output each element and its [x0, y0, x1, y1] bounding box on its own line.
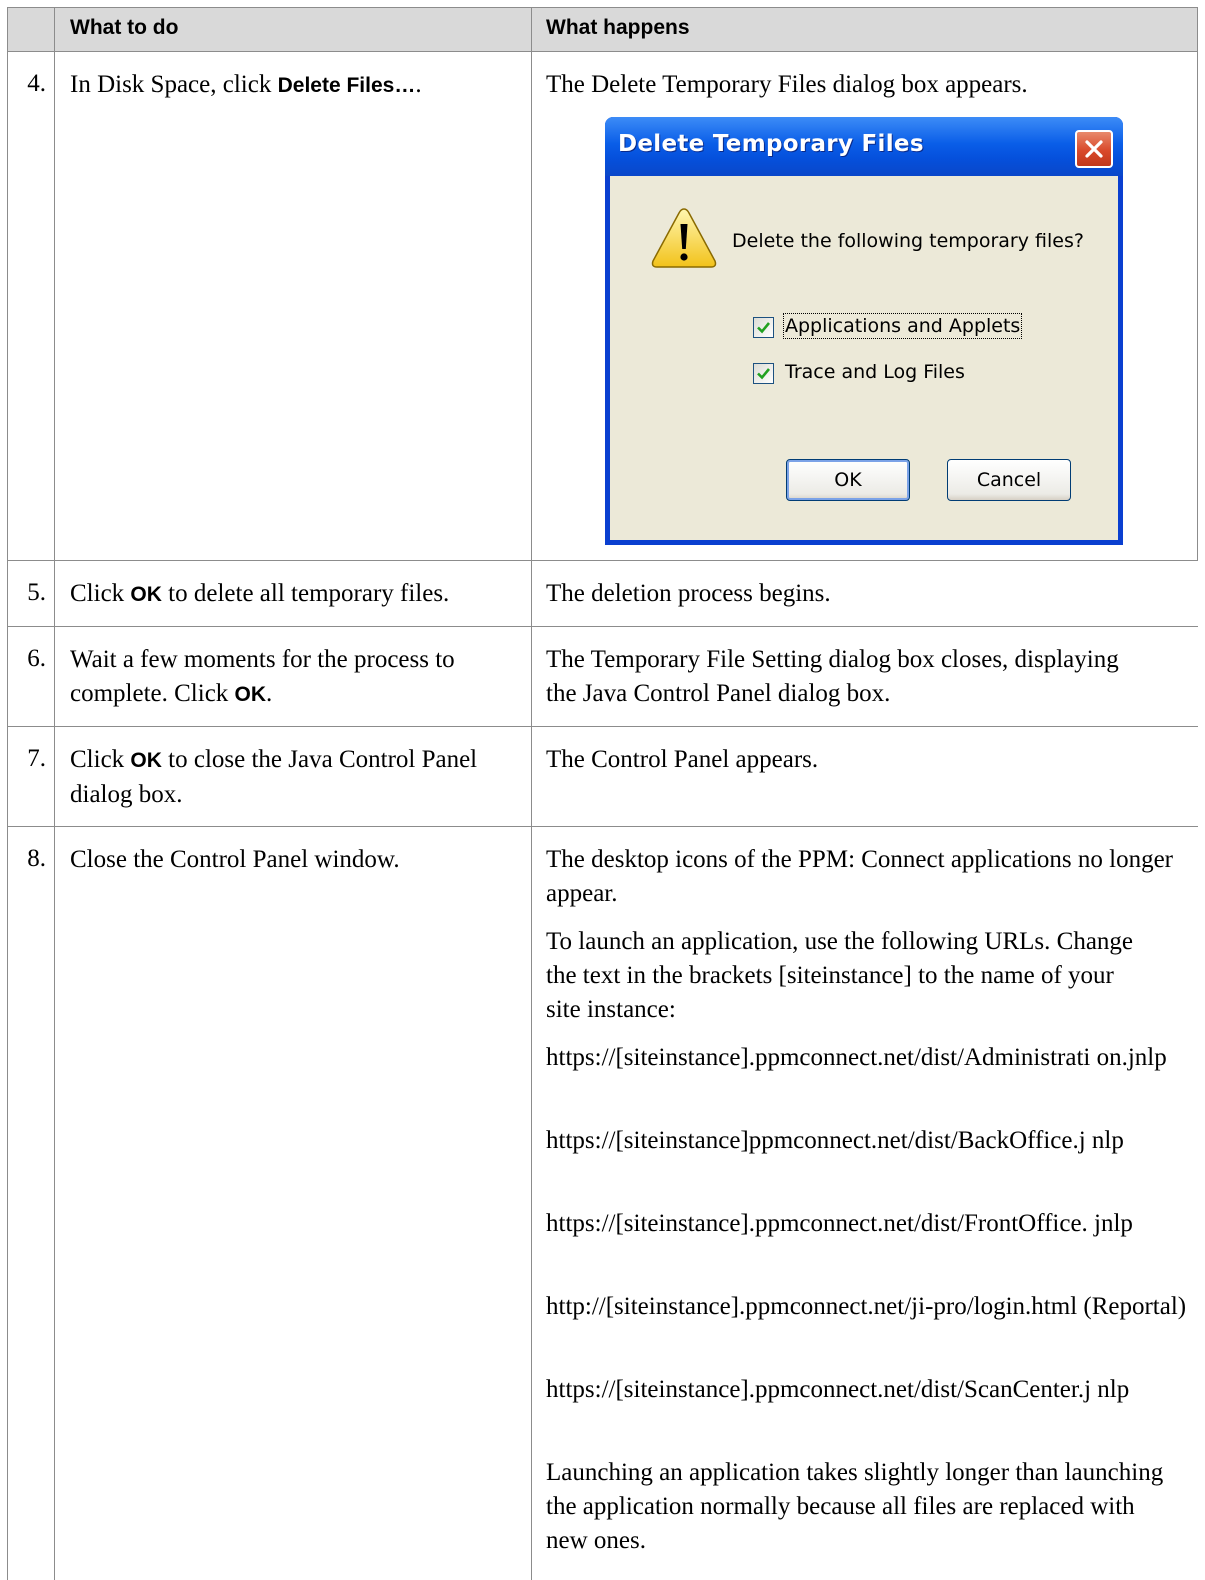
delete-temporary-files-dialog: Delete Temporary Files Delete the follow…	[605, 117, 1123, 545]
step-instruction: Close the Control Panel window.	[70, 846, 400, 873]
cancel-button[interactable]: Cancel	[947, 459, 1071, 501]
url-paragraph: https://[siteinstance].ppmconnect.net/di…	[546, 1210, 1133, 1237]
step-number: 5.	[27, 579, 46, 606]
dialog-body: Delete the following temporary files? Ap…	[610, 176, 1118, 540]
dialog-title-bar: Delete Temporary Files	[605, 117, 1123, 176]
row-divider	[7, 726, 1198, 727]
step-result: The deletion process begins.	[546, 580, 831, 607]
close-icon[interactable]	[1075, 130, 1113, 168]
step-number: 7.	[27, 745, 46, 772]
step-result: The Delete Temporary Files dialog box ap…	[546, 71, 1028, 98]
ok-button[interactable]: OK	[786, 459, 910, 501]
table-border-left	[7, 7, 8, 1580]
step-number: 8.	[27, 845, 46, 872]
url-paragraph: http://[siteinstance].ppmconnect.net/ji-…	[546, 1293, 1187, 1320]
header-what-to-do: What to do	[70, 16, 179, 39]
step-number: 6.	[27, 645, 46, 672]
warning-icon	[650, 206, 718, 275]
column-divider	[531, 7, 532, 1580]
row-divider	[7, 560, 1198, 561]
header-what-happens: What happens	[546, 16, 690, 39]
result-paragraph: The desktop icons of the PPM: Connect ap…	[546, 846, 1173, 907]
checkmark-icon	[757, 322, 771, 334]
row-divider	[7, 7, 1198, 8]
row-divider	[7, 626, 1198, 627]
step-result: The Control Panel appears.	[546, 746, 819, 773]
result-paragraph: To launch an application, use the follow…	[546, 928, 1134, 1023]
column-divider	[54, 7, 55, 1580]
url-paragraph: https://[siteinstance].ppmconnect.net/di…	[546, 1376, 1130, 1403]
step-instruction: In Disk Space, click Delete Files….	[70, 71, 422, 98]
checkbox-label: Trace and Log Files	[785, 361, 965, 383]
step-result: The Temporary File Setting dialog box cl…	[546, 646, 1119, 707]
url-paragraph: https://[siteinstance].ppmconnect.net/di…	[546, 1044, 1167, 1071]
table-border-right	[1197, 7, 1198, 560]
checkmark-icon	[757, 368, 771, 380]
checkbox-label: Applications and Applets	[782, 313, 1023, 339]
step-number: 4.	[27, 70, 46, 97]
step-instruction: Click OK to delete all temporary files.	[70, 580, 450, 607]
url-paragraph: https://[siteinstance]ppmconnect.net/dis…	[546, 1127, 1124, 1154]
row-divider	[7, 51, 1198, 52]
step-instruction: Wait a few moments for the process to co…	[70, 646, 455, 707]
dialog-title: Delete Temporary Files	[618, 131, 924, 157]
checkbox[interactable]	[753, 317, 774, 338]
row-divider	[7, 826, 1198, 827]
result-paragraph: Launching an application takes slightly …	[546, 1459, 1164, 1554]
checkbox[interactable]	[753, 363, 774, 384]
step-instruction: Click OK to close the Java Control Panel…	[70, 746, 478, 808]
dialog-message: Delete the following temporary files?	[732, 230, 1084, 252]
